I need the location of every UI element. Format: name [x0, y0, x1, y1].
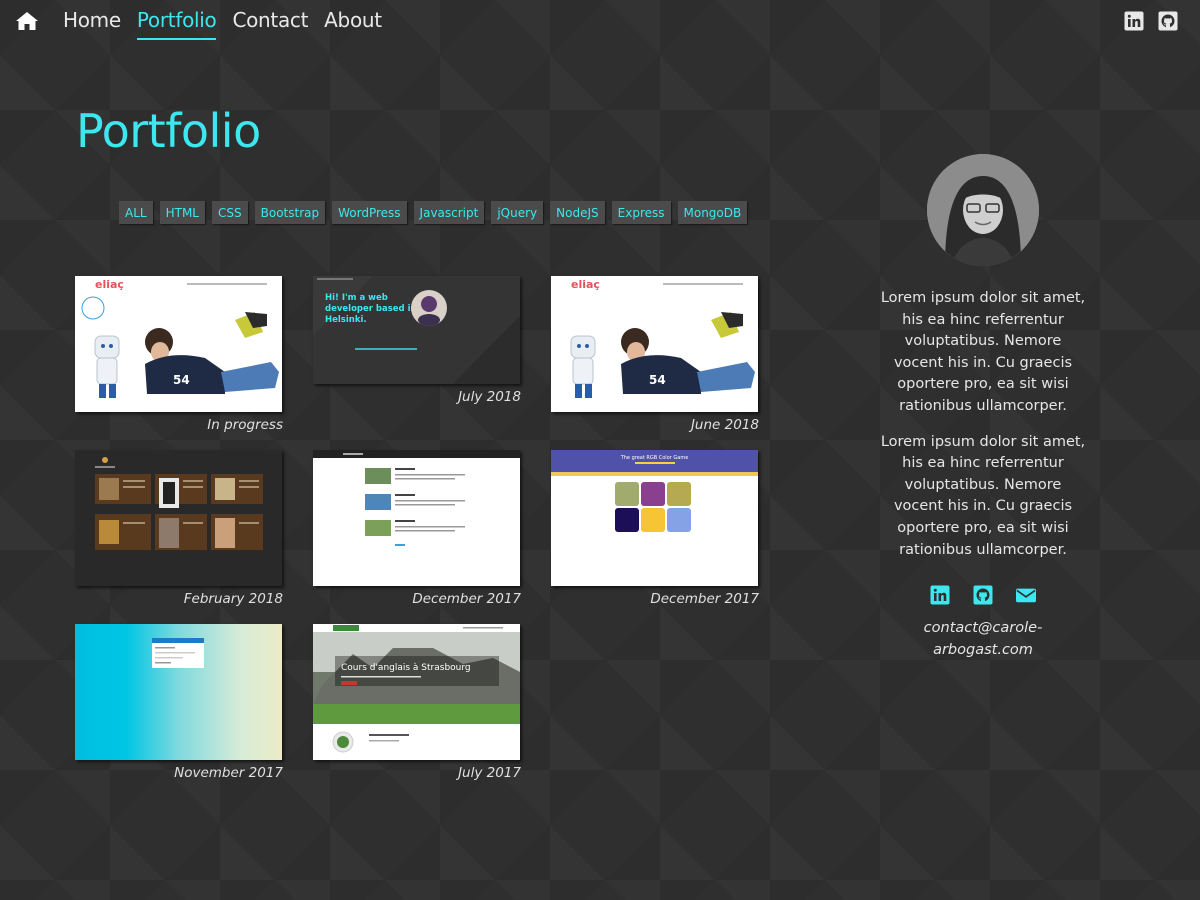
main-nav: Home Portfolio Contact About	[63, 8, 382, 40]
project-thumbnail[interactable]: The great RGB Color Game	[551, 450, 758, 586]
project-date: February 2018	[183, 591, 283, 607]
project-thumbnail[interactable]	[75, 624, 282, 760]
project-date: June 2018	[690, 417, 759, 433]
filter-html-button[interactable]: HTML	[159, 201, 205, 224]
home-icon[interactable]	[15, 11, 39, 31]
profile-sidebar: Lorem ipsum dolor sit amet, his ea hinc …	[880, 154, 1086, 661]
github-icon[interactable]	[1158, 11, 1178, 31]
project-card[interactable]: November 2017	[75, 624, 283, 798]
linkedin-icon[interactable]	[930, 585, 950, 605]
linkedin-icon[interactable]	[1124, 11, 1144, 31]
page-title: Portfolio	[76, 104, 261, 158]
project-card[interactable]: Cours d'anglais à Strasbourg July 2017	[313, 624, 521, 798]
thumb-title: The great RGB Color Game	[620, 455, 689, 461]
nav-portfolio[interactable]: Portfolio	[136, 8, 217, 40]
nav-about[interactable]: About	[324, 8, 382, 40]
envelope-icon[interactable]	[1016, 585, 1036, 605]
svg-text:54: 54	[173, 373, 190, 387]
project-card[interactable]: The great RGB Color Game December 2017	[551, 450, 759, 624]
bio-paragraph: Lorem ipsum dolor sit amet, his ea hinc …	[880, 433, 1086, 558]
project-grid: eliaç 54 In progress Hi! I'm a web devel…	[75, 276, 759, 798]
filter-express-button[interactable]: Express	[611, 201, 671, 224]
project-thumbnail[interactable]	[75, 450, 282, 586]
bio-paragraph: Lorem ipsum dolor sit amet, his ea hinc …	[880, 290, 1086, 414]
svg-text:54: 54	[649, 373, 666, 387]
project-thumbnail[interactable]: eliaç 54	[75, 276, 282, 412]
project-thumbnail[interactable]: Hi! I'm a web developer based in Helsink…	[313, 276, 520, 384]
nav-contact[interactable]: Contact	[232, 8, 308, 40]
project-date: In progress	[207, 417, 283, 433]
contact-email-link[interactable]: contact@carole-arbogast.com	[880, 617, 1086, 661]
filter-css-button[interactable]: CSS	[212, 201, 248, 224]
github-icon[interactable]	[973, 585, 993, 605]
project-thumbnail[interactable]	[313, 450, 520, 586]
filter-nodejs-button[interactable]: NodeJS	[550, 201, 605, 224]
project-date: December 2017	[650, 591, 759, 607]
filter-javascript-button[interactable]: Javascript	[413, 201, 485, 224]
filter-wordpress-button[interactable]: WordPress	[332, 201, 407, 224]
avatar	[927, 154, 1039, 266]
project-card[interactable]: eliaç 54 In progress	[75, 276, 283, 450]
thumb-title: Cours d'anglais à Strasbourg	[341, 663, 471, 673]
nav-home[interactable]: Home	[63, 8, 121, 40]
project-thumbnail[interactable]: eliaç 54	[551, 276, 758, 412]
project-card[interactable]: Hi! I'm a web developer based in Helsink…	[313, 276, 521, 450]
project-thumbnail[interactable]: Cours d'anglais à Strasbourg	[313, 624, 520, 760]
project-card[interactable]: February 2018	[75, 450, 283, 624]
top-navbar: Home Portfolio Contact About	[0, 0, 1200, 44]
filter-buttons: ALL HTML CSS Bootstrap WordPress Javascr…	[119, 201, 759, 224]
thumb-logo: eliaç	[95, 278, 124, 291]
project-date: July 2018	[458, 389, 521, 405]
filter-bootstrap-button[interactable]: Bootstrap	[254, 201, 326, 224]
sidebar-social-links	[880, 585, 1086, 605]
top-social-links	[1124, 11, 1178, 31]
filter-jquery-button[interactable]: jQuery	[491, 201, 544, 224]
project-date: November 2017	[174, 765, 283, 781]
project-card[interactable]: December 2017	[313, 450, 521, 624]
project-date: December 2017	[412, 591, 521, 607]
project-card[interactable]: eliaç 54 June 2018	[551, 276, 759, 450]
thumb-logo: eliaç	[571, 278, 600, 291]
filter-all-button[interactable]: ALL	[119, 201, 153, 224]
project-date: July 2017	[458, 765, 521, 781]
filter-mongodb-button[interactable]: MongoDB	[677, 201, 748, 224]
